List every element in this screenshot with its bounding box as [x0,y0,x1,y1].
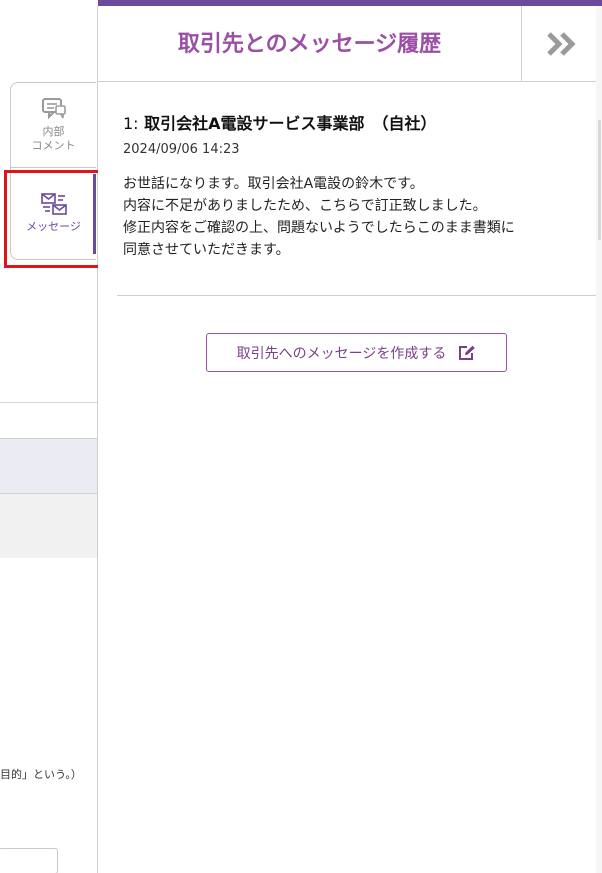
message-body: お世話になります。取引会社A電設の鈴木です。 内容に不足がありましたため、こちら… [123,173,593,261]
message-sender: 取引会社A電設サービス事業部 （自社） [144,114,437,133]
collapse-panel-button[interactable] [521,6,602,82]
highlight-box [4,170,105,268]
document-row [0,494,97,558]
document-row-highlight [0,438,97,494]
message-number: 1: [123,114,139,133]
message-divider [117,295,596,296]
message-body-line: 同意させていただきます。 [123,242,290,258]
double-chevron-right-icon [547,32,576,56]
panel-header: 取引先とのメッセージ履歴 [98,6,602,82]
message-item: 1: 取引会社A電設サービス事業部 （自社） 2024/09/06 14:23 … [123,110,593,261]
tab-internal-comment[interactable]: 内部 コメント [10,82,96,168]
message-header: 1: 取引会社A電設サービス事業部 （自社） [123,110,593,134]
message-datetime: 2024/09/06 14:23 [123,142,240,157]
message-body-line: 内容に不足がありましたため、こちらで訂正致しました。 [123,198,487,214]
compose-message-button[interactable]: 取引先へのメッセージを作成する [206,333,507,372]
message-body-line: お世話になります。取引会社A電設の鈴木です。 [123,176,424,192]
edit-icon [459,345,476,360]
tab-internal-comment-label-2: コメント [31,139,76,152]
message-body-line: 修正内容をご確認の上、問題ないようでしたらこのまま書類に [123,220,515,236]
tab-internal-comment-label-1: 内部 [42,125,65,138]
document-text-snippet: 目的」という。） [0,768,82,781]
document-input-field[interactable] [0,848,58,873]
message-history-panel: 取引先とのメッセージ履歴 1: 取引会社A電設サービス事業部 （自社） 2024… [98,6,602,873]
panel-title: 取引先とのメッセージ履歴 [177,32,442,57]
comment-icon [41,98,66,120]
scrollbar-thumb[interactable] [598,120,601,240]
compose-message-label: 取引先へのメッセージを作成する [236,345,447,362]
